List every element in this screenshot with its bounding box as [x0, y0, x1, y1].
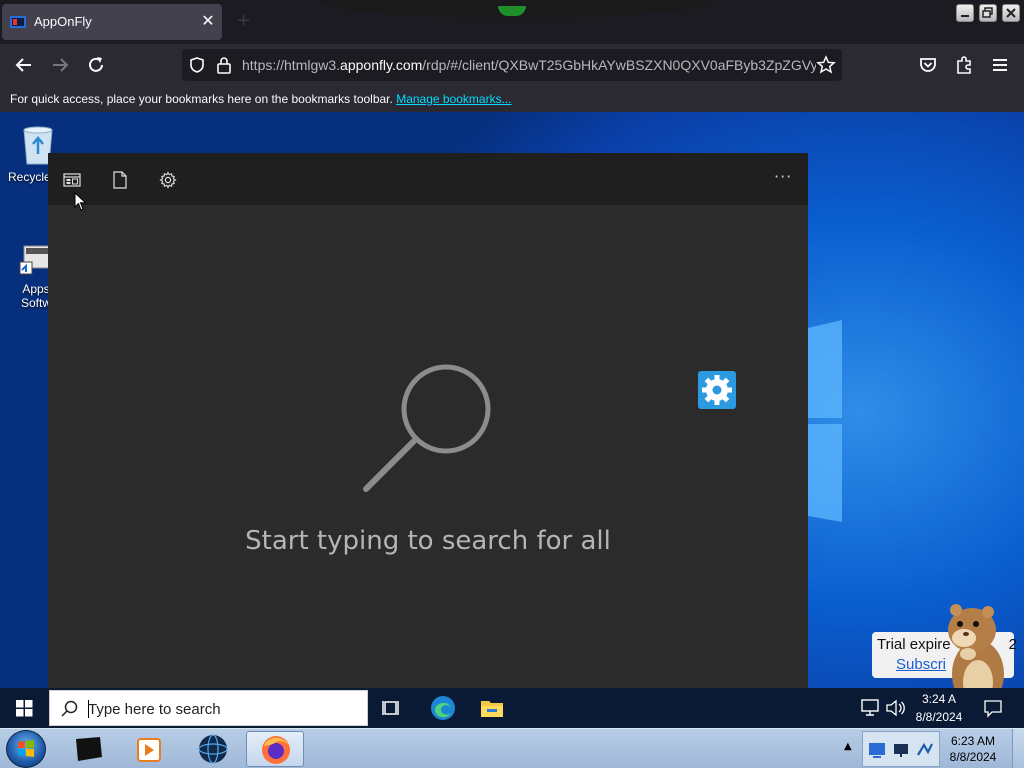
menu-icon[interactable]: [988, 53, 1012, 77]
browser-tab[interactable]: AppOnFly ✕: [2, 4, 222, 40]
tab-close-icon[interactable]: ✕: [198, 10, 218, 32]
windows-search-flyout: ··· Start typing to search for all: [48, 153, 808, 688]
hamster-mascot-icon[interactable]: [940, 604, 1012, 688]
empty-search-message: Start typing to search for all: [245, 526, 611, 556]
signal-tray-icon[interactable]: [915, 740, 935, 760]
back-icon[interactable]: [12, 53, 36, 77]
remote-time: 3:24 A: [921, 692, 957, 706]
url-prefix: https://htmlgw3.: [242, 57, 341, 73]
url-text[interactable]: https://htmlgw3.apponfly.com/rdp/#/clien…: [242, 57, 818, 73]
tray-expand-icon[interactable]: ▲: [844, 741, 852, 752]
minimize-button[interactable]: [956, 4, 974, 22]
flyout-toolbar: ···: [48, 153, 808, 205]
url-bar[interactable]: https://htmlgw3.apponfly.com/rdp/#/clien…: [182, 49, 842, 81]
close-window-button[interactable]: [1002, 4, 1020, 22]
monitor-app-icon: [76, 737, 102, 761]
settings-icon[interactable]: [159, 171, 177, 189]
subscribe-link[interactable]: Subscri: [896, 656, 946, 673]
globe-icon: [198, 734, 228, 764]
windows-wallpaper-logo: [808, 320, 842, 522]
reload-icon[interactable]: [84, 53, 108, 77]
local-date: 8/8/2024: [949, 750, 997, 764]
mouse-cursor-icon: [74, 192, 87, 211]
edge-icon[interactable]: [429, 694, 457, 722]
taskbar-app-firefox[interactable]: [246, 731, 304, 767]
url-path: /rdp/#/client/QXBwT25GbHkAYwBSZXN0QXV0aF…: [422, 57, 818, 73]
volume-icon[interactable]: [884, 698, 906, 718]
restore-icon: [982, 7, 993, 18]
bookmarks-message: For quick access, place your bookmarks h…: [10, 92, 393, 106]
close-icon: [1006, 8, 1016, 18]
apponfly-favicon-icon: [10, 16, 26, 28]
magnifier-icon: [363, 364, 491, 492]
taskbar-app-monitor[interactable]: [60, 731, 118, 767]
restore-button[interactable]: [979, 4, 997, 22]
remote-date: 8/8/2024: [915, 710, 963, 724]
task-view-icon[interactable]: [378, 694, 406, 722]
windows-orb-icon: [18, 740, 34, 757]
win7-start-button[interactable]: [6, 730, 46, 768]
lock-icon[interactable]: [216, 56, 232, 74]
remote-desktop: Recycle Apps Softw ··· Start typing to s…: [0, 112, 1024, 688]
extensions-icon[interactable]: [952, 53, 976, 77]
local-time: 6:23 AM: [950, 734, 996, 748]
taskbar-app-globe[interactable]: [184, 731, 242, 767]
gear-icon: [702, 375, 732, 405]
documents-icon[interactable]: [111, 171, 129, 189]
tracking-shield-icon[interactable]: [188, 56, 206, 74]
system-tray: [862, 731, 940, 767]
tab-title: AppOnFly: [34, 14, 92, 29]
settings-app-tile[interactable]: [698, 371, 736, 409]
file-explorer-icon[interactable]: [478, 694, 506, 722]
forward-icon[interactable]: [48, 53, 72, 77]
search-icon: [61, 700, 78, 717]
browser-tab-bar: AppOnFly ✕ +: [0, 0, 1024, 44]
notifications-icon[interactable]: [982, 698, 1004, 718]
more-options-icon[interactable]: ···: [774, 167, 792, 186]
minimize-icon: [961, 15, 969, 17]
local-clock[interactable]: 6:23 AM 8/8/2024: [940, 733, 1006, 765]
url-host: apponfly.com: [340, 57, 423, 73]
remote-app-icon[interactable]: [867, 740, 887, 760]
pocket-icon[interactable]: [916, 53, 940, 77]
manage-bookmarks-link[interactable]: Manage bookmarks...: [396, 92, 511, 106]
start-button[interactable]: [0, 688, 48, 728]
bookmarks-hint: For quick access, place your bookmarks h…: [10, 92, 512, 106]
remote-taskbar: Type here to search 3:24 A 8/8/2024: [0, 688, 1024, 728]
bookmarks-toolbar: For quick access, place your bookmarks h…: [0, 86, 1024, 112]
network-icon[interactable]: [860, 698, 882, 718]
new-tab-button[interactable]: +: [236, 12, 251, 30]
taskbar-search-box[interactable]: Type here to search: [49, 690, 368, 726]
show-desktop-button[interactable]: [1012, 729, 1024, 768]
browser-nav-bar: https://htmlgw3.apponfly.com/rdp/#/clien…: [0, 44, 1024, 86]
media-player-icon: [137, 738, 161, 762]
firefox-icon: [262, 736, 290, 764]
remote-clock[interactable]: 3:24 A 8/8/2024: [908, 690, 970, 726]
local-taskbar: ▲ 6:23 AM 8/8/2024: [0, 728, 1024, 768]
windows-start-icon: [16, 700, 33, 717]
apps-icon[interactable]: [63, 171, 81, 189]
taskbar-app-media-player[interactable]: [120, 731, 178, 767]
search-placeholder: Type here to search: [88, 701, 221, 718]
star-icon[interactable]: [816, 55, 836, 75]
network-tray-icon[interactable]: [891, 740, 911, 760]
